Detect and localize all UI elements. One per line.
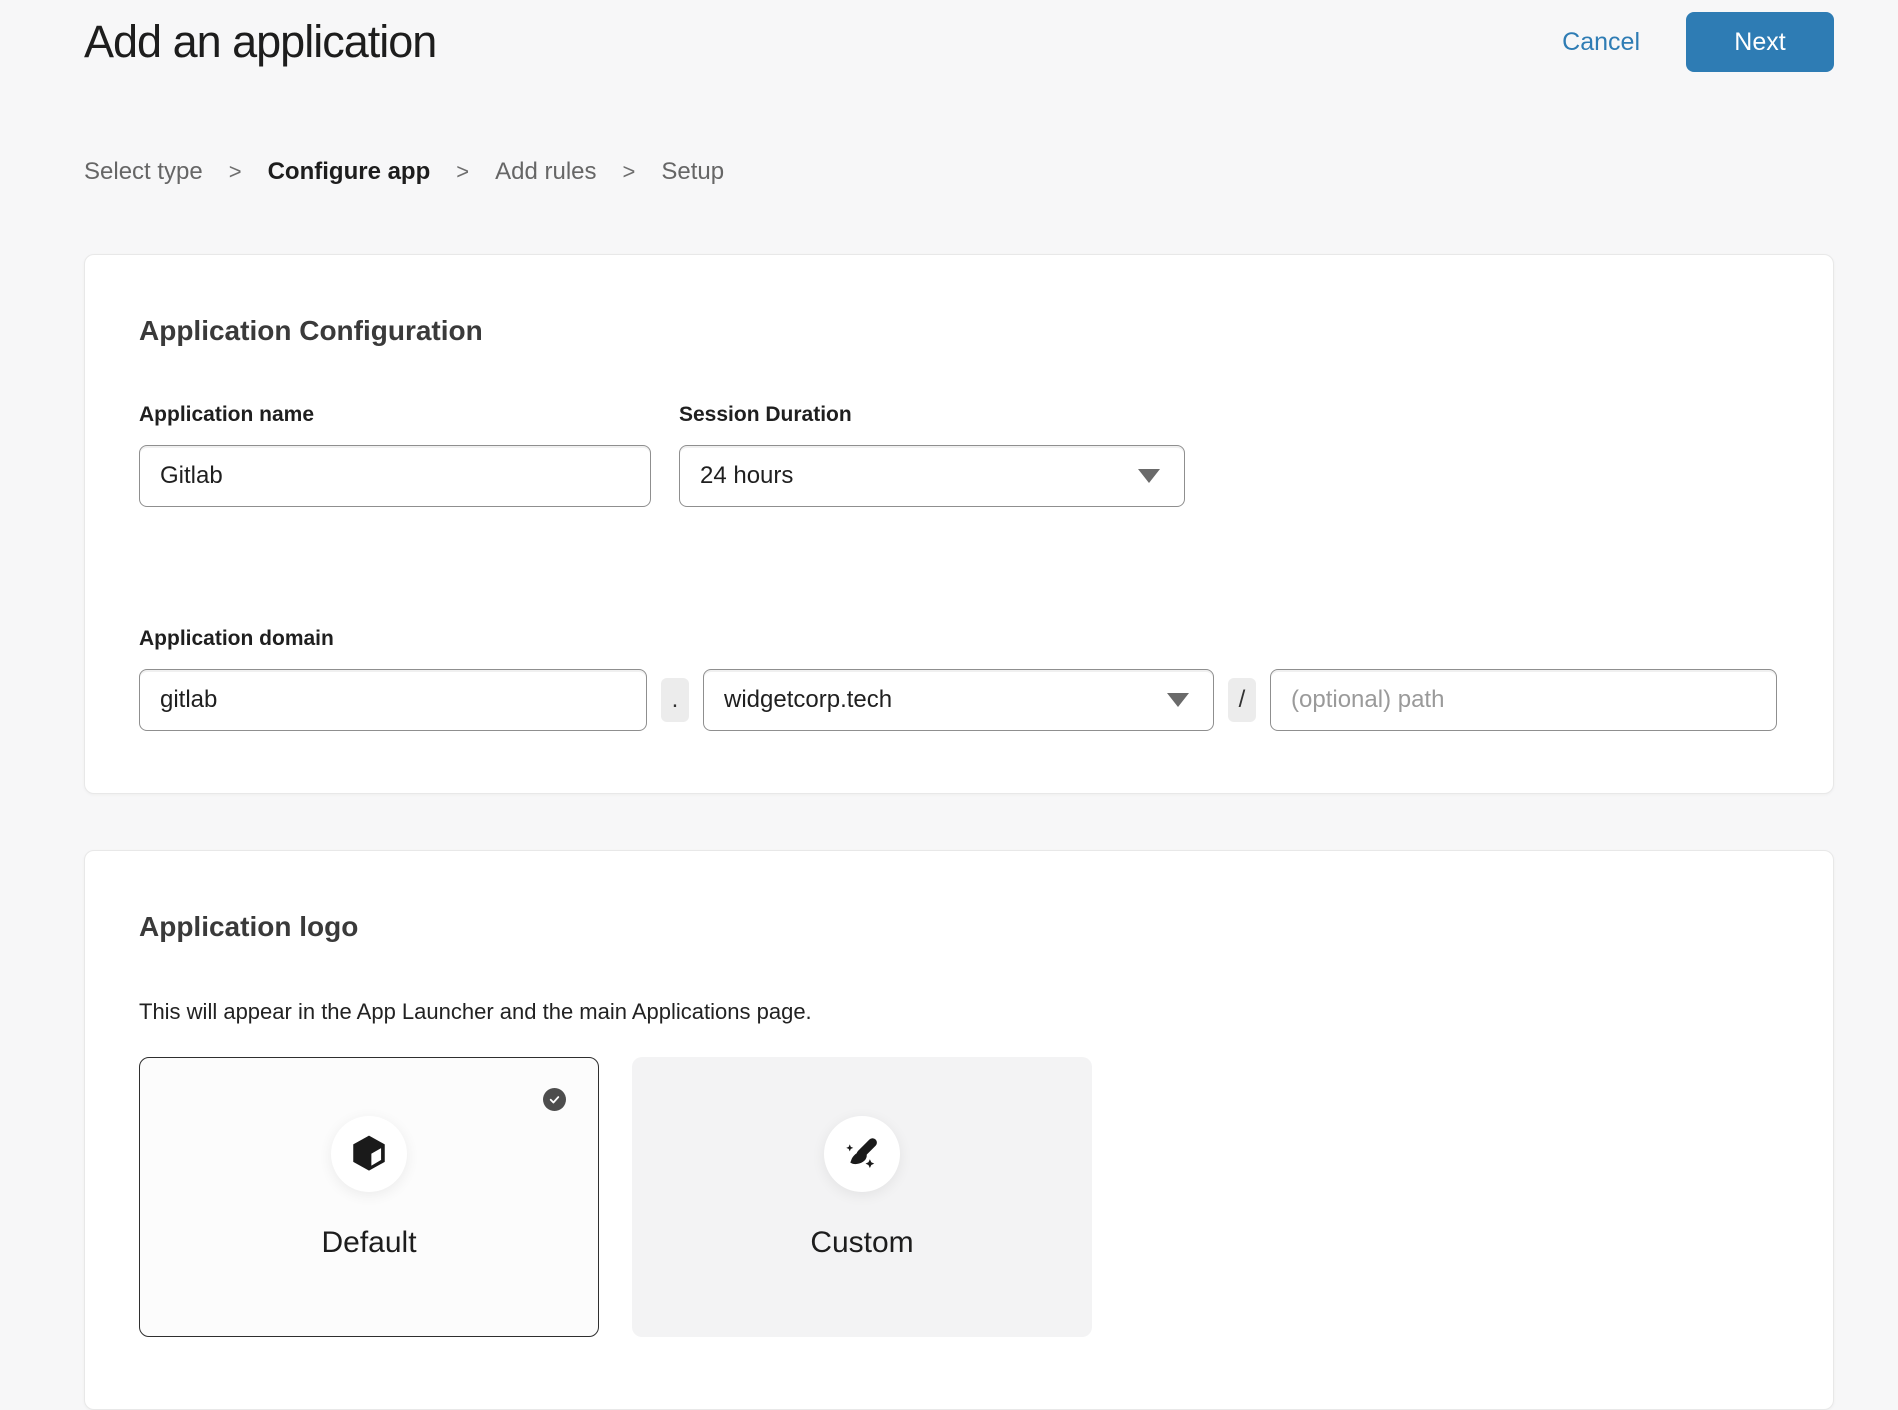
application-name-input[interactable]	[139, 445, 651, 507]
add-application-page: Add an application Cancel Next Select ty…	[0, 0, 1898, 1260]
breadcrumb-separator: >	[623, 159, 636, 185]
logo-option-default[interactable]: Default	[139, 1057, 599, 1337]
subdomain-input[interactable]	[139, 669, 647, 731]
logo-options: Default Custom	[139, 1057, 1779, 1337]
breadcrumb-step-configure-app[interactable]: Configure app	[268, 158, 431, 186]
application-domain-label: Application domain	[139, 627, 1779, 651]
default-logo-circle	[331, 1116, 407, 1192]
logo-option-label: Default	[140, 1226, 598, 1260]
session-duration-value: 24 hours	[700, 462, 793, 490]
logo-card-description: This will appear in the App Launcher and…	[139, 999, 1779, 1025]
chevron-down-icon	[1138, 469, 1160, 483]
cancel-button[interactable]: Cancel	[1562, 28, 1640, 57]
application-name-label: Application name	[139, 403, 651, 427]
page-title: Add an application	[84, 16, 436, 68]
chevron-down-icon	[1167, 693, 1189, 707]
check-icon	[548, 1093, 561, 1106]
breadcrumb-step-setup[interactable]: Setup	[661, 158, 724, 186]
custom-logo-circle	[824, 1116, 900, 1192]
application-configuration-card: Application Configuration Application na…	[84, 254, 1834, 794]
domain-select[interactable]: widgetcorp.tech	[703, 669, 1214, 731]
configuration-card-title: Application Configuration	[139, 315, 1779, 347]
logo-card-title: Application logo	[139, 911, 1779, 943]
cube-icon	[348, 1133, 390, 1175]
domain-select-value: widgetcorp.tech	[724, 686, 892, 714]
session-duration-select[interactable]: 24 hours	[679, 445, 1185, 507]
breadcrumb-step-add-rules[interactable]: Add rules	[495, 158, 596, 186]
paintbrush-icon	[841, 1133, 883, 1175]
logo-option-label: Custom	[633, 1226, 1091, 1260]
breadcrumb: Select type > Configure app > Add rules …	[84, 158, 1834, 186]
path-input[interactable]	[1270, 669, 1777, 731]
session-duration-label: Session Duration	[679, 403, 1185, 427]
selected-badge	[543, 1088, 566, 1111]
header-actions: Cancel Next	[1562, 12, 1834, 72]
next-button[interactable]: Next	[1686, 12, 1834, 72]
dot-separator: .	[661, 678, 689, 722]
session-duration-field: Session Duration 24 hours	[679, 403, 1185, 507]
page-header: Add an application Cancel Next	[84, 0, 1834, 72]
slash-separator: /	[1228, 678, 1256, 722]
application-domain-row: . widgetcorp.tech /	[139, 669, 1779, 731]
breadcrumb-separator: >	[229, 159, 242, 185]
name-session-row: Application name Session Duration 24 hou…	[139, 403, 1779, 507]
application-logo-card: Application logo This will appear in the…	[84, 850, 1834, 1410]
breadcrumb-step-select-type[interactable]: Select type	[84, 158, 203, 186]
application-name-field: Application name	[139, 403, 651, 507]
application-domain-field: Application domain . widgetcorp.tech /	[139, 627, 1779, 731]
breadcrumb-separator: >	[456, 159, 469, 185]
logo-option-custom[interactable]: Custom	[632, 1057, 1092, 1337]
